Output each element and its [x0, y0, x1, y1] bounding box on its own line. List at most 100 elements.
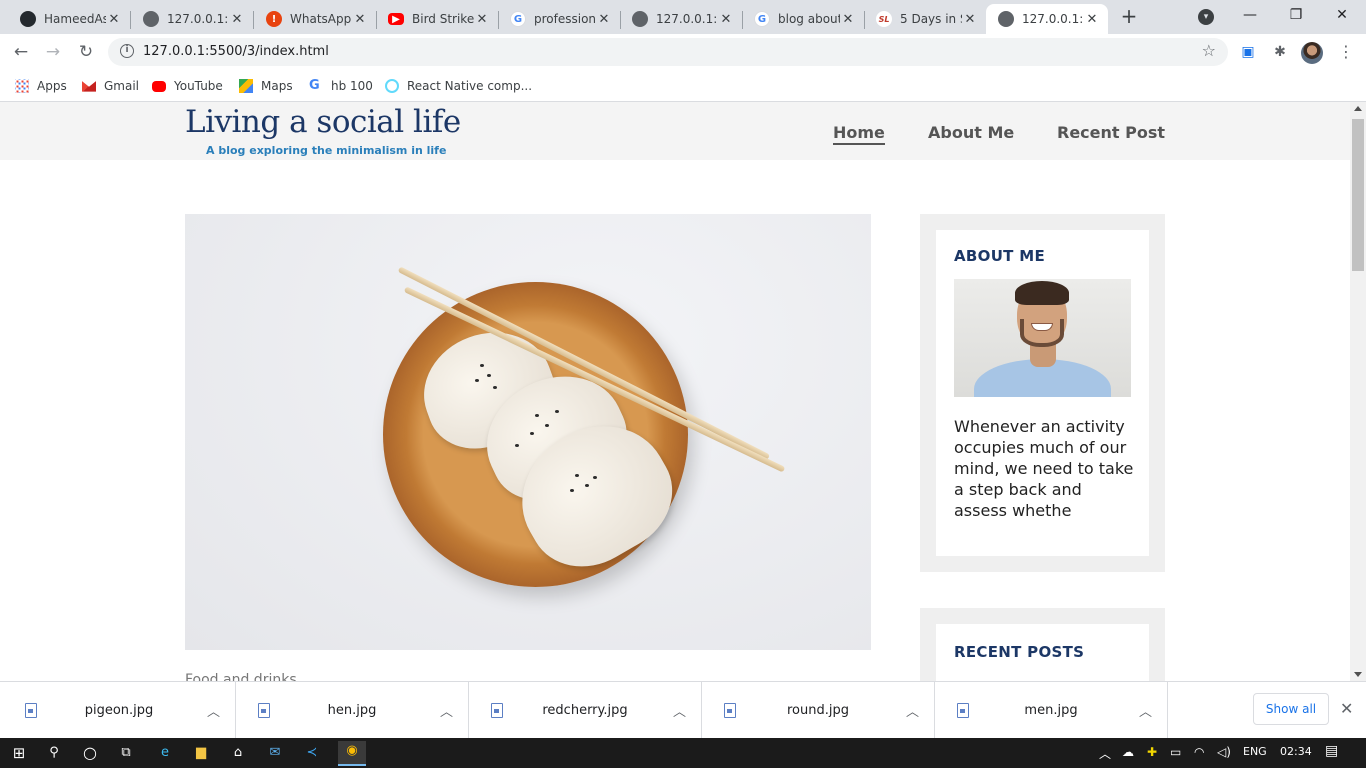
battery-icon[interactable]: ▭: [1170, 745, 1181, 759]
close-icon[interactable]: ✕: [229, 12, 245, 27]
url-text[interactable]: 127.0.0.1:5500/3/index.html: [143, 44, 329, 59]
file-explorer-icon[interactable]: ▆: [191, 743, 211, 763]
show-all-downloads-button[interactable]: Show all: [1253, 693, 1329, 725]
close-icon[interactable]: ✕: [106, 12, 122, 27]
notifications-icon[interactable]: ▤: [1325, 743, 1338, 759]
scroll-up-icon[interactable]: [1354, 106, 1362, 111]
nav-recent-post[interactable]: Recent Post: [1057, 123, 1165, 142]
reload-icon[interactable]: ↻: [74, 40, 98, 64]
vscode-icon[interactable]: ≺: [302, 743, 322, 763]
image-file-icon: [25, 703, 37, 718]
new-tab-button[interactable]: +: [1118, 6, 1140, 28]
tab-3[interactable]: ! WhatsApp ✕: [254, 4, 376, 34]
volume-icon[interactable]: ◁): [1217, 745, 1231, 759]
scroll-down-icon[interactable]: [1354, 672, 1362, 677]
about-me-title: ABOUT ME: [954, 247, 1046, 265]
youtube-icon: ▶: [388, 13, 404, 25]
bookmark-maps[interactable]: Maps: [239, 78, 293, 94]
wifi-icon[interactable]: ◠: [1194, 745, 1204, 759]
close-icon[interactable]: ✕: [1084, 12, 1100, 27]
close-icon[interactable]: ✕: [718, 12, 734, 27]
bookmark-react-native[interactable]: React Native comp...: [385, 78, 532, 94]
screen-capture-icon[interactable]: ▣: [1239, 43, 1257, 61]
chevron-up-icon[interactable]: ︿: [207, 701, 220, 720]
back-arrow-icon[interactable]: ←: [9, 40, 33, 64]
close-icon[interactable]: ✕: [962, 12, 978, 27]
tab-1[interactable]: HameedAs ✕: [8, 4, 130, 34]
download-filename[interactable]: men.jpg: [971, 703, 1131, 718]
store-icon[interactable]: ⌂: [228, 743, 248, 763]
bookmark-star-icon[interactable]: ☆: [1202, 41, 1216, 60]
page-scrollbar[interactable]: [1350, 102, 1366, 681]
edge-icon[interactable]: e: [155, 743, 175, 763]
bookmark-youtube[interactable]: YouTube: [152, 78, 223, 94]
extensions-puzzle-icon[interactable]: ✱: [1271, 43, 1289, 61]
tab-4[interactable]: ▶ Bird Strike ✕: [376, 4, 498, 34]
close-icon[interactable]: ✕: [474, 12, 490, 27]
tab-title: 127.0.0.1:5: [1022, 12, 1084, 26]
close-downloads-icon[interactable]: ✕: [1340, 699, 1353, 718]
close-icon[interactable]: ✕: [596, 12, 612, 27]
tray-chevron-up-icon[interactable]: ︿: [1099, 745, 1111, 762]
scroll-thumb[interactable]: [1352, 119, 1364, 271]
close-icon[interactable]: ✕: [352, 12, 368, 27]
nav-about-me[interactable]: About Me: [928, 123, 1014, 142]
address-bar[interactable]: i 127.0.0.1:5500/3/index.html ☆: [108, 38, 1228, 66]
tab-title: HameedAs: [44, 12, 106, 26]
tab-2[interactable]: 127.0.0.1:5 ✕: [131, 4, 253, 34]
download-item[interactable]: redcherry.jpg ︿: [469, 682, 702, 739]
chevron-up-icon[interactable]: ︿: [906, 701, 919, 720]
language-indicator[interactable]: ENG: [1243, 745, 1267, 758]
chevron-up-icon[interactable]: ︿: [1139, 701, 1152, 720]
tab-8[interactable]: SL 5 Days in S ✕: [864, 4, 986, 34]
bookmark-hb100[interactable]: G hb 100: [309, 78, 373, 94]
mail-icon[interactable]: ✉: [265, 743, 285, 763]
download-filename[interactable]: pigeon.jpg: [39, 703, 199, 718]
nav-home[interactable]: Home: [833, 123, 885, 145]
minimize-button[interactable]: —: [1238, 4, 1262, 26]
profile-avatar[interactable]: [1301, 42, 1323, 64]
download-filename[interactable]: round.jpg: [738, 703, 898, 718]
tab-title: 127.0.0.1:5: [167, 12, 229, 26]
tab-search-icon[interactable]: ▾: [1198, 9, 1214, 25]
close-window-button[interactable]: ✕: [1330, 4, 1354, 26]
bookmarks-bar: Apps Gmail YouTube Maps G hb 100 React N…: [0, 70, 1366, 102]
browser-tab-bar: HameedAs ✕ 127.0.0.1:5 ✕ ! WhatsApp ✕ ▶ …: [0, 0, 1366, 34]
download-item[interactable]: pigeon.jpg ︿: [3, 682, 236, 739]
clock[interactable]: 02:34: [1280, 745, 1312, 758]
windows-start-icon[interactable]: ⊞: [9, 743, 29, 763]
download-item[interactable]: hen.jpg ︿: [236, 682, 469, 739]
chevron-up-icon[interactable]: ︿: [673, 701, 686, 720]
image-file-icon: [491, 703, 503, 718]
bookmark-label: YouTube: [174, 79, 223, 93]
download-filename[interactable]: redcherry.jpg: [505, 703, 665, 718]
chrome-icon[interactable]: ◉: [338, 741, 366, 766]
download-item[interactable]: round.jpg ︿: [702, 682, 935, 739]
close-icon[interactable]: ✕: [840, 12, 856, 27]
restore-button[interactable]: ❐: [1284, 4, 1308, 26]
tab-5[interactable]: G profession ✕: [498, 4, 620, 34]
download-filename[interactable]: hen.jpg: [272, 703, 432, 718]
task-view-icon[interactable]: ⧉: [116, 743, 136, 763]
recent-posts-widget: RECENT POSTS: [920, 608, 1165, 681]
youtube-icon: [152, 80, 166, 92]
tab-6[interactable]: 127.0.0.1:5 ✕: [620, 4, 742, 34]
search-icon[interactable]: ⚲: [44, 743, 64, 763]
site-title[interactable]: Living a social life: [185, 104, 461, 140]
onedrive-cloud-icon[interactable]: ☁: [1122, 745, 1134, 759]
whatsapp-icon: !: [266, 11, 282, 27]
menu-kebab-icon[interactable]: ⋮: [1338, 42, 1354, 61]
bookmark-gmail[interactable]: Gmail: [82, 78, 139, 94]
update-icon[interactable]: ✚: [1147, 745, 1157, 759]
globe-icon: [998, 11, 1014, 27]
forward-arrow-icon[interactable]: →: [41, 40, 65, 64]
bookmark-apps[interactable]: Apps: [15, 78, 67, 94]
tab-title: blog about: [778, 12, 840, 26]
info-icon[interactable]: i: [120, 44, 134, 58]
chevron-up-icon[interactable]: ︿: [440, 701, 453, 720]
cortana-icon[interactable]: ○: [80, 743, 100, 763]
tab-7[interactable]: G blog about ✕: [742, 4, 864, 34]
download-item[interactable]: men.jpg ︿: [935, 682, 1168, 739]
tab-9-active[interactable]: 127.0.0.1:5 ✕: [986, 4, 1108, 34]
tab-title: profession: [534, 12, 596, 26]
